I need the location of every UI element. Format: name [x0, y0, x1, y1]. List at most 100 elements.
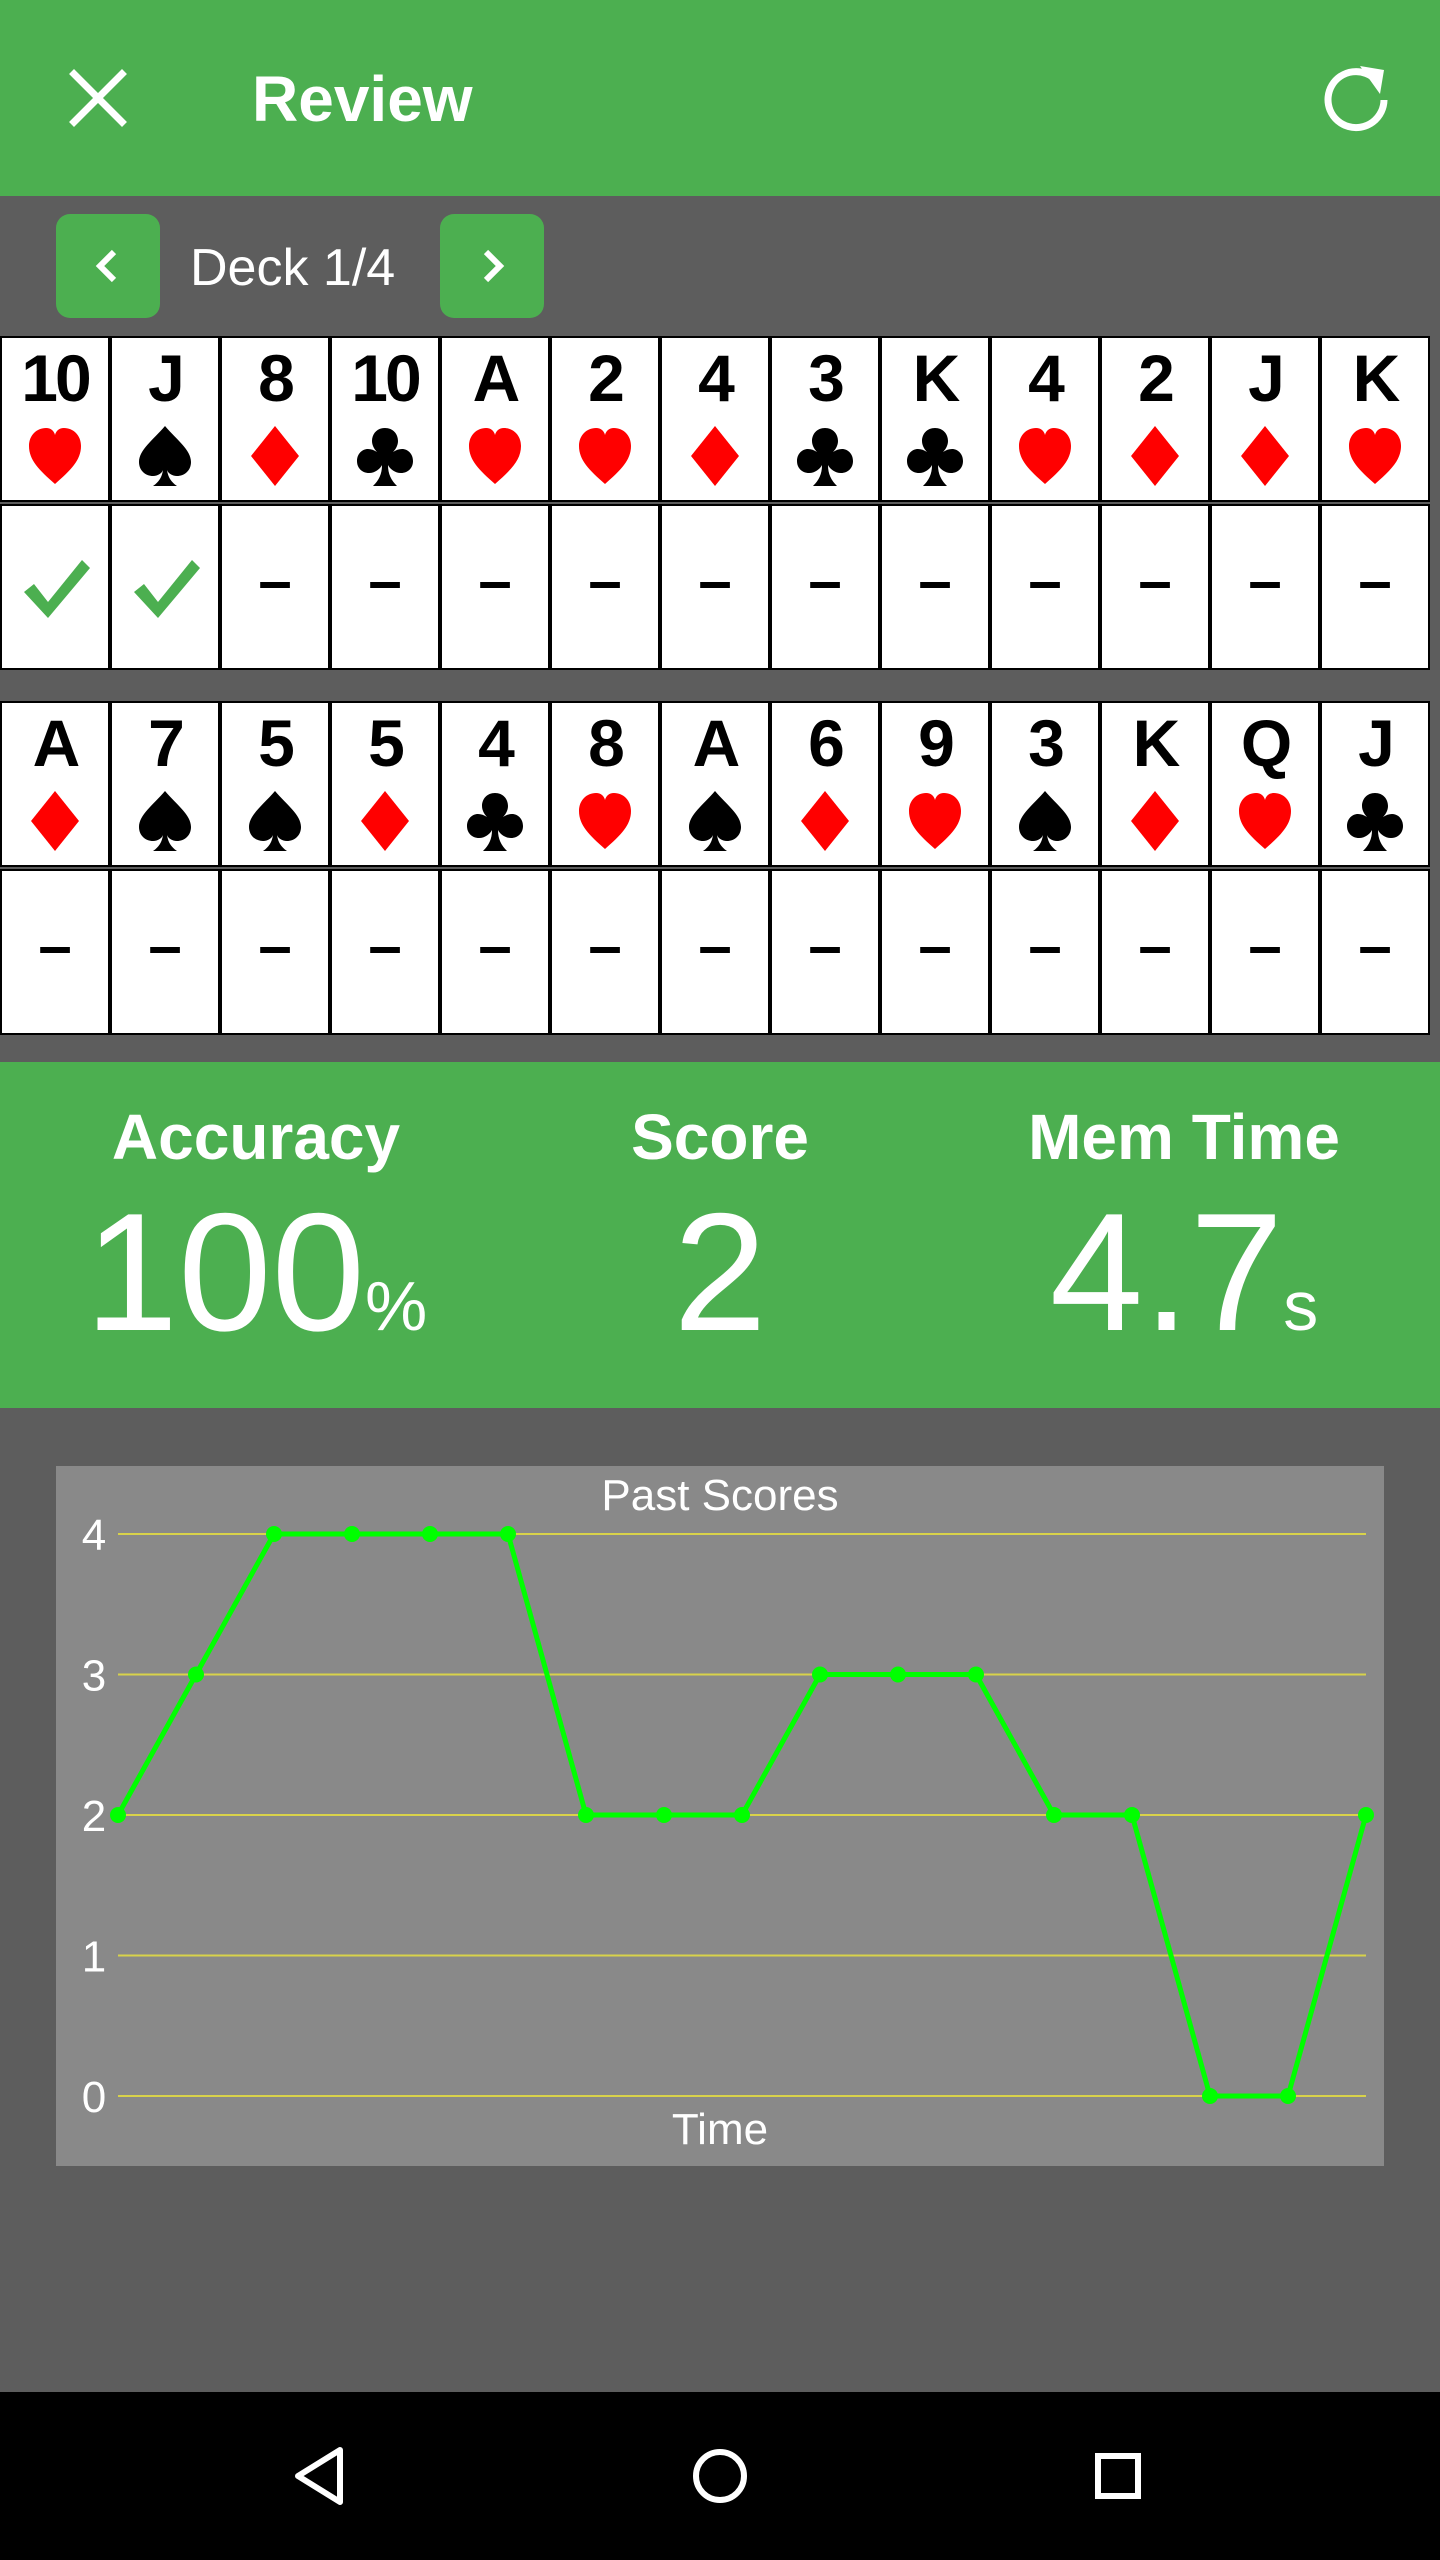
card-rank: 7	[148, 706, 185, 780]
card-cell: K	[1320, 336, 1430, 502]
answer-blank: –	[1248, 912, 1282, 979]
card-rank: 3	[1028, 706, 1065, 780]
hearts-suit-icon	[29, 428, 81, 484]
card-rank: 6	[808, 706, 845, 780]
answer-cell[interactable]: –	[880, 869, 990, 1035]
card-cell: 6	[770, 701, 880, 867]
answer-blank: –	[698, 547, 732, 614]
data-point	[578, 1807, 594, 1823]
answer-cell[interactable]: –	[1100, 869, 1210, 1035]
answer-cell[interactable]: –	[660, 504, 770, 670]
card-cell: 2	[550, 336, 660, 502]
close-icon[interactable]	[58, 58, 138, 138]
refresh-icon[interactable]	[1314, 56, 1398, 140]
chart-xlabel: Time	[672, 2105, 768, 2154]
card-cell: 10	[0, 336, 110, 502]
diamonds-suit-icon	[31, 791, 79, 851]
data-point	[110, 1807, 126, 1823]
card-rank: 10	[21, 341, 91, 415]
mem-time-value: 4.7s	[944, 1188, 1424, 1390]
back-triangle-icon[interactable]	[276, 2432, 364, 2520]
y-tick-label: 4	[82, 1511, 106, 1560]
answer-blank: –	[258, 547, 292, 614]
chevron-left-icon	[95, 249, 117, 283]
answer-cell[interactable]: –	[990, 504, 1100, 670]
data-point	[1280, 2088, 1296, 2104]
answer-cell[interactable]: –	[1320, 869, 1430, 1035]
prev-deck-button[interactable]	[56, 214, 160, 318]
chart-svg: Past Scores Time 0 1 2 3 4	[82, 1471, 1374, 2154]
answer-cell[interactable]: –	[1210, 869, 1320, 1035]
card-rank: K	[1352, 341, 1401, 415]
card-cell: 4	[660, 336, 770, 502]
card-rank: A	[472, 341, 521, 415]
data-point	[1046, 1807, 1062, 1823]
card-rank: 3	[808, 341, 845, 415]
next-deck-button[interactable]	[440, 214, 544, 318]
answer-cell[interactable]: –	[1320, 504, 1430, 670]
answer-cell[interactable]: –	[110, 869, 220, 1035]
mem-time-number: 4.7	[1049, 1178, 1284, 1366]
answer-cell[interactable]: –	[440, 504, 550, 670]
check-icon	[134, 560, 200, 618]
spades-suit-icon	[139, 791, 191, 851]
card-rank: 8	[588, 706, 625, 780]
card-cell: 4	[990, 336, 1100, 502]
answer-cell[interactable]: –	[990, 869, 1100, 1035]
answer-cell[interactable]	[0, 504, 110, 670]
data-point	[344, 1526, 360, 1542]
diamonds-suit-icon	[251, 426, 299, 486]
recents-square-icon[interactable]	[1074, 2432, 1162, 2520]
answer-cell[interactable]: –	[0, 869, 110, 1035]
data-point	[422, 1526, 438, 1542]
spades-suit-icon	[139, 426, 191, 486]
answer-cell[interactable]: –	[660, 869, 770, 1035]
answer-blank: –	[368, 912, 402, 979]
hearts-suit-icon	[469, 428, 521, 484]
answer-cell[interactable]: –	[550, 869, 660, 1035]
answer-cell[interactable]: –	[220, 504, 330, 670]
card-rank: A	[32, 706, 81, 780]
accuracy-unit: %	[365, 1267, 428, 1345]
hearts-suit-icon	[1349, 428, 1401, 484]
answer-cell[interactable]: –	[550, 504, 660, 670]
answer-blank: –	[38, 912, 72, 979]
answer-blank: –	[478, 912, 512, 979]
card-rank: 4	[698, 341, 735, 415]
app-bar: Review	[0, 0, 1440, 196]
diamonds-suit-icon	[1131, 426, 1179, 486]
answer-cell[interactable]: –	[330, 504, 440, 670]
hearts-suit-icon	[579, 793, 631, 849]
card-cell: 8	[220, 336, 330, 502]
data-point	[1202, 2088, 1218, 2104]
data-point	[890, 1666, 906, 1683]
mem-time-unit: s	[1283, 1267, 1319, 1345]
card-rank: 2	[588, 341, 625, 415]
answer-cell[interactable]: –	[880, 504, 990, 670]
answer-cell[interactable]: –	[220, 869, 330, 1035]
answer-cell[interactable]: –	[330, 869, 440, 1035]
data-point	[188, 1666, 204, 1683]
card-rank: 8	[258, 341, 295, 415]
answer-blank: –	[918, 547, 952, 614]
answer-cell[interactable]: –	[1210, 504, 1320, 670]
card-cell: 7	[110, 701, 220, 867]
y-tick-label: 1	[82, 1933, 106, 1982]
home-circle-icon[interactable]	[676, 2432, 764, 2520]
answer-blank: –	[588, 912, 622, 979]
answer-blank: –	[478, 547, 512, 614]
answer-cell[interactable]: –	[440, 869, 550, 1035]
card-cell: K	[880, 336, 990, 502]
answer-blank: –	[588, 547, 622, 614]
past-scores-chart: Past Scores Time 0 1 2 3 4	[56, 1466, 1384, 2166]
y-tick-label: 2	[82, 1792, 106, 1841]
answer-cell[interactable]	[110, 504, 220, 670]
answer-blank: –	[1138, 547, 1172, 614]
chart-title: Past Scores	[601, 1471, 838, 1520]
answer-cell[interactable]: –	[770, 504, 880, 670]
card-rank: 2	[1138, 341, 1175, 415]
answer-cell[interactable]: –	[770, 869, 880, 1035]
hearts-suit-icon	[1019, 428, 1071, 484]
answer-cell[interactable]: –	[1100, 504, 1210, 670]
card-rank: Q	[1240, 706, 1292, 780]
